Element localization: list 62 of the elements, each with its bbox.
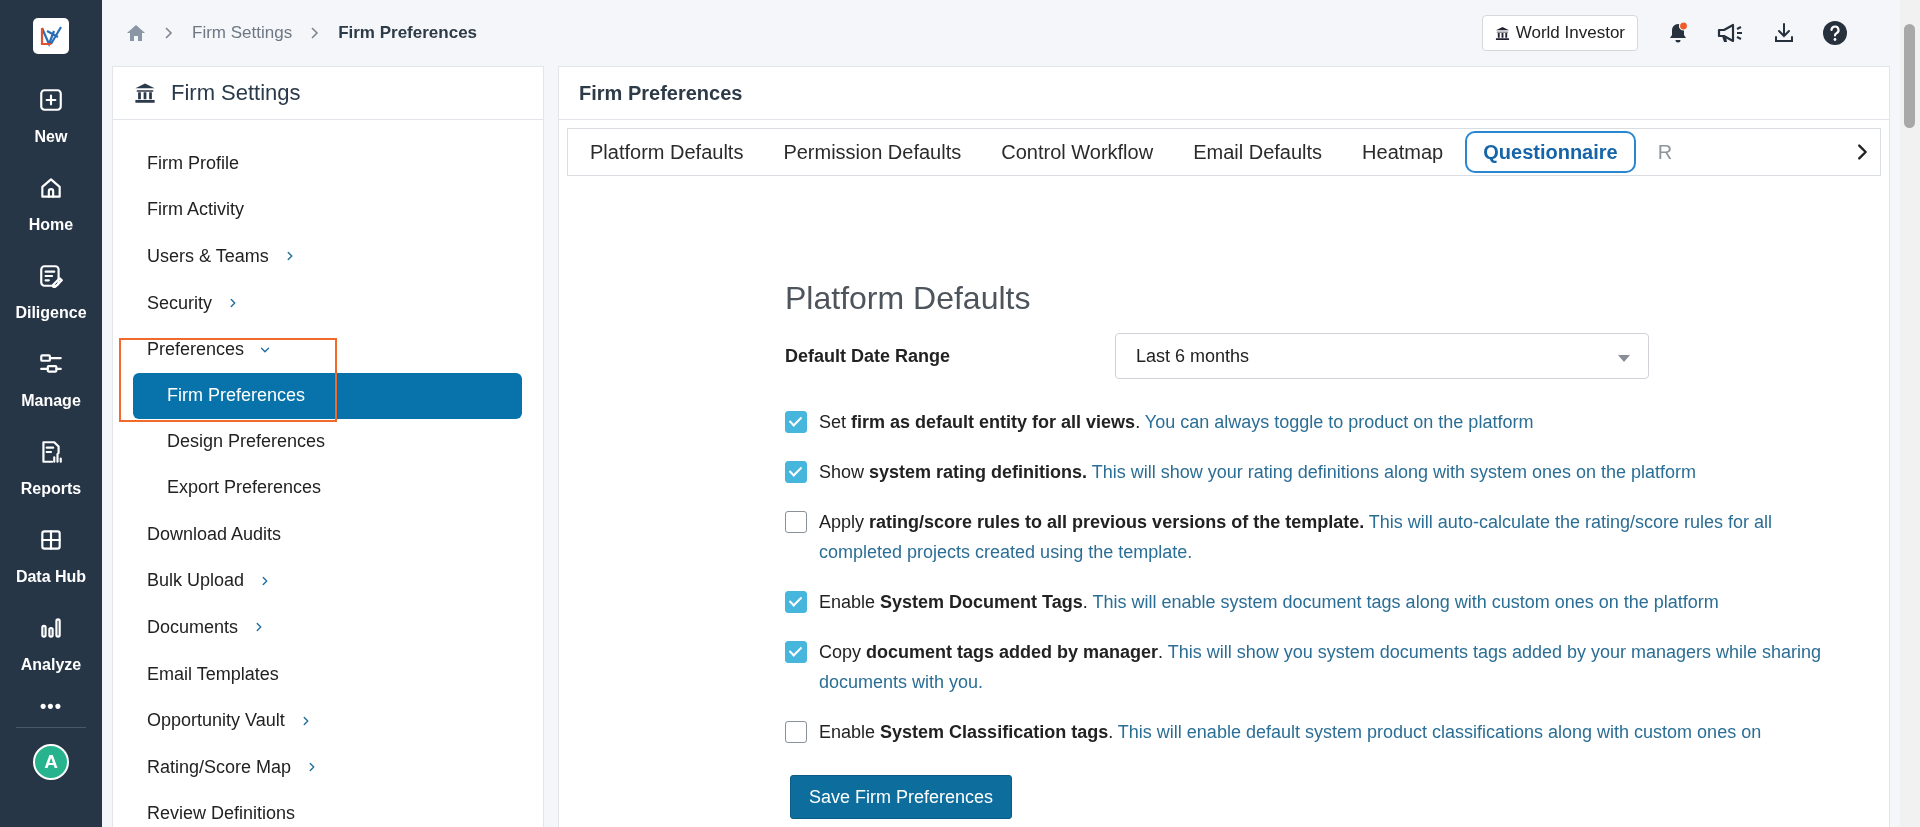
sidebar-item[interactable]: Rating/Score Map: [147, 743, 320, 791]
sidebar-item[interactable]: Documents: [147, 604, 267, 651]
date-range-select[interactable]: Last 6 months: [1115, 333, 1649, 379]
tab[interactable]: Control Workflow: [983, 131, 1172, 173]
checkbox[interactable]: [785, 591, 807, 613]
checkbox[interactable]: [785, 411, 807, 433]
option-text: Apply rating/score rules to all previous versions of the template. This will auto-calculate the rating/score rules for all completed projects created using the template.: [819, 511, 1774, 564]
sidebar-subitem[interactable]: Firm Preferences: [133, 372, 522, 419]
sidebar-item[interactable]: Bulk Upload: [147, 557, 273, 605]
help-icon[interactable]: [1822, 20, 1848, 46]
more-button[interactable]: •••: [40, 696, 62, 717]
chevron-right-icon: [310, 26, 321, 40]
logo-icon[interactable]: [33, 18, 69, 54]
firm-button[interactable]: World Investor: [1481, 15, 1638, 51]
bank-icon: [133, 82, 157, 104]
tab[interactable]: Platform Defaults: [572, 131, 762, 173]
breadcrumb-link[interactable]: Firm Settings: [192, 23, 293, 43]
sidebar-item[interactable]: Firm Activity: [147, 186, 244, 234]
breadcrumb-current: Firm Preferences: [338, 23, 478, 43]
download-icon[interactable]: [1772, 21, 1796, 45]
tab[interactable]: Email Defaults: [1175, 131, 1341, 173]
sidebar-subitem[interactable]: Design Preferences: [133, 418, 522, 465]
nav-item[interactable]: Reports: [20, 424, 82, 512]
nav-item[interactable]: Diligence: [15, 248, 87, 336]
tab[interactable]: Permission Defaults: [765, 131, 980, 173]
nav-item[interactable]: Analyze: [20, 600, 82, 688]
scrollbar[interactable]: [1900, 0, 1920, 827]
sidebar-item[interactable]: Opportunity Vault: [147, 697, 313, 744]
save-button[interactable]: Save Firm Preferences: [790, 775, 1013, 819]
nav-item[interactable]: Manage: [21, 336, 81, 424]
sidebar-title: Firm Settings: [171, 80, 301, 106]
sidebar-item[interactable]: Review Definitions: [147, 790, 296, 827]
field-label: Default Date Range: [785, 345, 952, 367]
caret-icon: [1618, 354, 1630, 362]
option-text: Enable System Classification tags. This will enable default system product classifications along with custom ones on: [819, 721, 1762, 744]
nav-item[interactable]: Home: [28, 160, 74, 248]
tab[interactable]: Questionnaire: [1465, 131, 1636, 173]
option-text: Set firm as default entity for all views. You can always toggle to product on the platform: [819, 411, 1534, 434]
option-text: Show system rating definitions. This will show your rating definitions along with system ones on the platform: [819, 461, 1697, 484]
sidebar-item[interactable]: Firm Profile: [147, 140, 239, 187]
checkbox[interactable]: [785, 461, 807, 483]
tab[interactable]: Heatmap: [1344, 131, 1462, 173]
sidebar-item[interactable]: Download Audits: [147, 510, 282, 558]
panel-title: Firm Preferences: [559, 67, 1889, 120]
home-icon[interactable]: [126, 24, 146, 42]
sidebar-item[interactable]: Security: [147, 279, 241, 327]
sidebar-item[interactable]: Email Templates: [147, 650, 279, 698]
section-heading: Platform Defaults: [785, 280, 1032, 317]
sidebar-item[interactable]: Users & Teams: [147, 233, 297, 280]
plus-square-icon: [38, 86, 64, 113]
checkbox[interactable]: [785, 721, 807, 743]
checklist-icon: [38, 262, 64, 289]
chevron-right-icon: [164, 26, 174, 40]
bank-icon: [1494, 25, 1510, 41]
nav-item[interactable]: Data Hub: [15, 512, 87, 600]
sidebar-item[interactable]: Preferences: [147, 326, 273, 373]
nav-item[interactable]: New: [34, 72, 68, 160]
option-text: Copy document tags added by manager. This will show you system documents tags added by your managers while sharing documents with you.: [819, 641, 1823, 694]
checkbox[interactable]: [785, 511, 807, 533]
sidebar-subitem[interactable]: Export Preferences: [133, 464, 522, 511]
checkbox[interactable]: [785, 641, 807, 663]
option-text: Enable System Document Tags. This will enable system document tags along with custom ones on the platform: [819, 591, 1719, 614]
